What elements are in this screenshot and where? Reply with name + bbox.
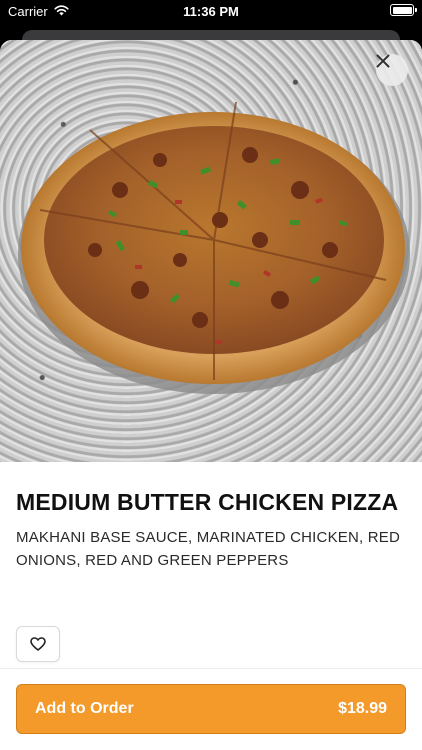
close-icon bbox=[376, 54, 390, 68]
screen: Carrier 11:36 PM MEDIUM BUTTER CHICKEN P… bbox=[0, 0, 422, 750]
close-button[interactable] bbox=[376, 54, 408, 86]
battery-icon bbox=[390, 4, 417, 16]
product-sheet: MEDIUM BUTTER CHICKEN PIZZA MAKHANI BASE… bbox=[0, 40, 422, 750]
product-title: MEDIUM BUTTER CHICKEN PIZZA bbox=[16, 489, 399, 515]
product-image bbox=[0, 40, 422, 462]
add-to-order-label: Add to Order bbox=[35, 700, 134, 717]
pizza-illustration bbox=[18, 101, 410, 394]
heart-outline-icon bbox=[30, 637, 46, 651]
favorite-button[interactable] bbox=[16, 626, 60, 662]
add-to-order-button[interactable]: Add to Order $18.99 bbox=[16, 684, 406, 734]
product-info: MEDIUM BUTTER CHICKEN PIZZA MAKHANI BASE… bbox=[0, 462, 422, 572]
status-bar: Carrier 11:36 PM bbox=[0, 0, 422, 24]
price-label: $18.99 bbox=[338, 700, 387, 717]
product-description: MAKHANI BASE SAUCE, MARINATED CHICKEN, R… bbox=[16, 529, 401, 569]
divider bbox=[0, 668, 422, 669]
status-right bbox=[390, 4, 417, 16]
status-time: 11:36 PM bbox=[183, 4, 239, 19]
